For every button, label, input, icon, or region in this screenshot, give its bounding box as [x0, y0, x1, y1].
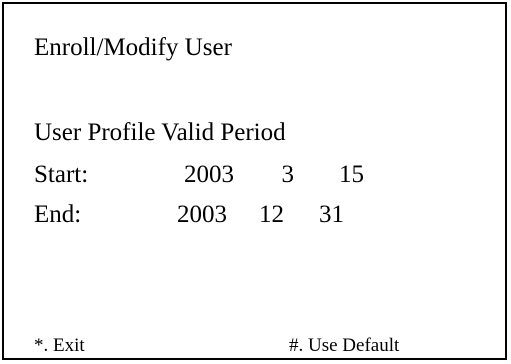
end-month-field[interactable]: 12: [244, 201, 284, 229]
end-label: End:: [34, 201, 82, 228]
enroll-modify-screen: Enroll/Modify User User Profile Valid Pe…: [2, 2, 507, 360]
end-day-field[interactable]: 31: [294, 201, 344, 229]
exit-option[interactable]: *. Exit: [34, 335, 85, 357]
use-default-option[interactable]: #. Use Default: [289, 335, 399, 357]
start-label: Start:: [34, 161, 89, 188]
end-year-field[interactable]: 2003: [147, 201, 227, 229]
screen-title: Enroll/Modify User: [34, 34, 232, 61]
start-day-field[interactable]: 15: [314, 161, 364, 189]
start-month-field[interactable]: 3: [254, 161, 295, 189]
section-heading: User Profile Valid Period: [34, 119, 286, 146]
start-year-field[interactable]: 2003: [154, 161, 234, 189]
